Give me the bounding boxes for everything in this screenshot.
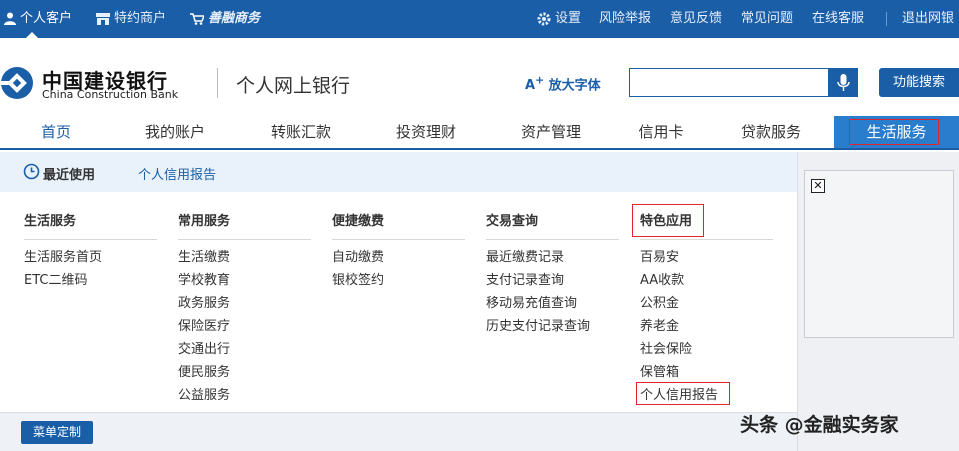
column-title: 常用服务 (178, 212, 311, 240)
menu-item[interactable]: 银校签约 (332, 269, 465, 292)
menu-column-transaction-query: 交易查询 最近缴费记录 支付记录查询 移动易充值查询 历史支付记录查询 (486, 212, 619, 338)
recent-bar: 最近使用 个人信用报告 (0, 152, 797, 192)
menu-item[interactable]: 养老金 (640, 315, 773, 338)
column-title: 交易查询 (486, 212, 619, 240)
feedback-link[interactable]: 意见反馈 (670, 0, 722, 38)
recent-label: 最近使用 (43, 168, 96, 183)
column-title: 便捷缴费 (332, 212, 465, 240)
font-enlarge-label: 放大字体 (548, 78, 601, 94)
menu-item[interactable]: 公益服务 (178, 384, 311, 407)
menu-item[interactable]: 学校教育 (178, 269, 311, 292)
nav-loan[interactable]: 贷款服务 (718, 116, 824, 148)
menu-item[interactable]: 社会保险 (640, 338, 773, 361)
nav-my-account[interactable]: 我的账户 (122, 116, 228, 148)
nav-home[interactable]: 首页 (0, 116, 112, 148)
recent-credit-report-link[interactable]: 个人信用报告 (138, 164, 216, 183)
logo-divider (217, 68, 218, 98)
footer-bar: 菜单定制 (0, 412, 797, 451)
tab-merchant[interactable]: 特约商户 (96, 0, 166, 38)
menu-column-common-service: 常用服务 生活缴费 学校教育 政务服务 保险医疗 交通出行 便民服务 公益服务 (178, 212, 311, 407)
ad-frame: ✕ (804, 170, 954, 338)
menu-item[interactable]: 便民服务 (178, 361, 311, 384)
close-icon[interactable]: ✕ (811, 179, 825, 193)
search-input[interactable] (629, 68, 829, 97)
menu-item[interactable]: 生活缴费 (178, 246, 311, 269)
person-icon (4, 12, 16, 25)
shop-icon (96, 12, 110, 25)
menu-column-life-service: 生活服务 生活服务首页 ETC二维码 (24, 212, 157, 292)
menu-item[interactable]: 历史支付记录查询 (486, 315, 619, 338)
column-title: 生活服务 (24, 212, 157, 240)
watermark: 头条 @金融实务家 (740, 414, 899, 436)
nav-asset-management[interactable]: 资产管理 (498, 116, 604, 148)
menu-item[interactable]: 保管箱 (640, 361, 773, 384)
menu-item[interactable]: 支付记录查询 (486, 269, 619, 292)
settings-label: 设置 (555, 11, 582, 26)
online-service-link[interactable]: 在线客服 (812, 0, 864, 38)
bank-name-en: China Construction Bank (42, 88, 179, 101)
menu-item[interactable]: 保险医疗 (178, 315, 311, 338)
menu-item[interactable]: 百易安 (640, 246, 773, 269)
main-nav: 首页 我的账户 转账汇款 投资理财 资产管理 信用卡 贷款服务 生活服务 (0, 116, 959, 150)
topbar-divider (886, 12, 887, 26)
menu-item[interactable]: 生活服务首页 (24, 246, 157, 269)
voice-search-button[interactable] (829, 68, 858, 97)
menu-item[interactable]: 公积金 (640, 292, 773, 315)
history-clock-icon (23, 163, 40, 180)
menu-item[interactable]: ETC二维码 (24, 269, 157, 292)
cart-icon (190, 12, 204, 25)
tab-shanrong-label: 善融商务 (208, 11, 261, 26)
function-search-button[interactable]: 功能搜索 (879, 68, 959, 97)
logout-link[interactable]: 退出网银 (902, 0, 954, 38)
header: 中国建设银行 China Construction Bank 个人网上银行 A+… (0, 38, 959, 116)
risk-report-link[interactable]: 风险举报 (599, 0, 651, 38)
nav-credit-card[interactable]: 信用卡 (608, 116, 714, 148)
menu-item[interactable]: AA收款 (640, 269, 773, 292)
menu-item[interactable]: 政务服务 (178, 292, 311, 315)
menu-item[interactable]: 自动缴费 (332, 246, 465, 269)
highlight-box (632, 204, 704, 237)
nav-investment[interactable]: 投资理财 (373, 116, 479, 148)
site-title: 个人网上银行 (236, 75, 351, 97)
tab-shanrong[interactable]: 善融商务 (190, 0, 260, 38)
gear-icon (537, 12, 551, 25)
font-size-icon: A+ (525, 74, 545, 94)
highlight-box (849, 119, 939, 145)
font-enlarge-button[interactable]: A+ 放大字体 (525, 74, 601, 93)
side-ad-panel: ✕ (797, 152, 959, 451)
nav-transfer[interactable]: 转账汇款 (248, 116, 354, 148)
menu-column-featured-apps: 特色应用 百易安 AA收款 公积金 养老金 社会保险 保管箱 个人信用报告 (640, 212, 773, 407)
tab-personal-customer[interactable]: 个人客户 (4, 0, 72, 38)
menu-column-quick-payment: 便捷缴费 自动缴费 银校签约 (332, 212, 465, 292)
top-bar: 个人客户 特约商户 善融商务 设置 风险举报 意见反馈 常见问题 在线客服 退出… (0, 0, 959, 38)
highlight-box (636, 382, 730, 405)
nav-life-service[interactable]: 生活服务 (834, 116, 959, 148)
menu-item[interactable]: 最近缴费记录 (486, 246, 619, 269)
tab-personal-label: 个人客户 (20, 11, 73, 26)
menu-customize-button[interactable]: 菜单定制 (21, 421, 93, 444)
microphone-icon (837, 74, 850, 91)
menu-item[interactable]: 移动易充值查询 (486, 292, 619, 315)
menu-panel: 最近使用 个人信用报告 生活服务 生活服务首页 ETC二维码 常用服务 生活缴费… (0, 152, 797, 412)
ccb-logo-icon (0, 67, 33, 99)
menu-item[interactable]: 交通出行 (178, 338, 311, 361)
tab-merchant-label: 特约商户 (114, 11, 167, 26)
settings-link[interactable]: 设置 (537, 0, 581, 38)
faq-link[interactable]: 常见问题 (741, 0, 793, 38)
